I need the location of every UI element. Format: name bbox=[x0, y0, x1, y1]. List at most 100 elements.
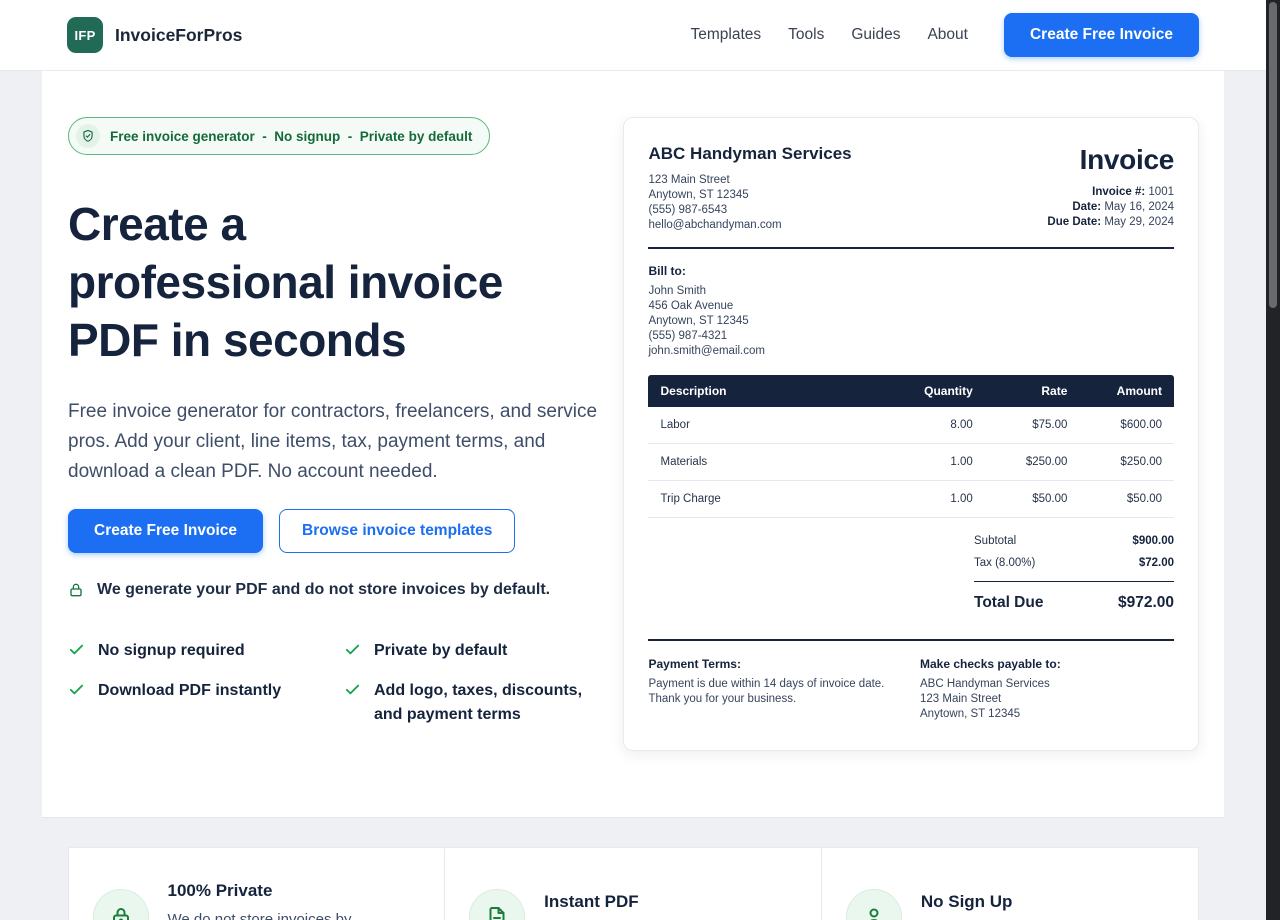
cell-description: Trip Charge bbox=[648, 481, 879, 518]
page-title-line: professional invoice bbox=[68, 253, 623, 311]
hero-section: Free invoice generator - No signup - Pri… bbox=[42, 71, 1224, 817]
hero-create-invoice-button[interactable]: Create Free Invoice bbox=[68, 509, 263, 553]
feature-title: No Sign Up bbox=[921, 892, 1076, 912]
vertical-scrollbar[interactable] bbox=[1266, 0, 1280, 920]
nav-link-about[interactable]: About bbox=[927, 26, 968, 44]
invoice-date-value: May 16, 2024 bbox=[1104, 201, 1174, 213]
check-item-no-signup: No signup required bbox=[68, 639, 344, 663]
feature-card-private: 100% Private We do not store invoices by… bbox=[68, 847, 446, 920]
privacy-note-text: We generate your PDF and do not store in… bbox=[97, 581, 550, 599]
cell-description: Materials bbox=[648, 444, 879, 481]
check-item-download-pdf: Download PDF instantly bbox=[68, 679, 344, 727]
col-header-rate: Rate bbox=[985, 375, 1080, 407]
cell-amount: $250.00 bbox=[1079, 444, 1174, 481]
payable-to-line: 123 Main Street bbox=[920, 692, 1174, 707]
table-row: Trip Charge 1.00 $50.00 $50.00 bbox=[648, 481, 1174, 518]
payable-to-label: Make checks payable to: bbox=[920, 657, 1174, 671]
invoice-title: Invoice bbox=[1047, 144, 1174, 176]
cell-quantity: 1.00 bbox=[880, 444, 985, 481]
invoice-meta-block: Invoice Invoice #: 1001 Date: May 16, 20… bbox=[1047, 144, 1174, 233]
shield-check-icon bbox=[76, 124, 100, 148]
scrollbar-thumb[interactable] bbox=[1269, 2, 1277, 308]
brand-logo-icon: IFP bbox=[67, 17, 103, 53]
bill-to-address-line: 456 Oak Avenue bbox=[648, 299, 1174, 314]
brand-home-link[interactable]: IFP InvoiceForPros bbox=[67, 17, 242, 53]
invoice-due-date-value: May 29, 2024 bbox=[1104, 216, 1174, 228]
feature-title: Instant PDF bbox=[544, 892, 695, 912]
hero-badge-text: Free invoice generator - No signup - Pri… bbox=[110, 129, 472, 144]
business-address-line: 123 Main Street bbox=[648, 173, 851, 188]
col-header-description: Description bbox=[648, 375, 879, 407]
table-row: Materials 1.00 $250.00 $250.00 bbox=[648, 444, 1174, 481]
brand-name: InvoiceForPros bbox=[115, 25, 242, 46]
check-label: Private by default bbox=[374, 639, 507, 663]
payment-terms-block: Payment Terms: Payment is due within 14 … bbox=[648, 657, 920, 722]
page-title-line: PDF in seconds bbox=[68, 311, 623, 369]
user-icon bbox=[846, 889, 902, 920]
nav-link-templates[interactable]: Templates bbox=[691, 26, 762, 44]
check-label: Download PDF instantly bbox=[98, 679, 281, 703]
nav-link-guides[interactable]: Guides bbox=[851, 26, 900, 44]
hero-badge: Free invoice generator - No signup - Pri… bbox=[68, 117, 490, 155]
total-due-row: Total Due $972.00 bbox=[974, 582, 1174, 612]
business-phone: (555) 987-6543 bbox=[648, 203, 851, 218]
payable-to-block: Make checks payable to: ABC Handyman Ser… bbox=[920, 657, 1174, 722]
privacy-note-row: We generate your PDF and do not store in… bbox=[68, 581, 623, 599]
business-email: hello@abchandyman.com bbox=[648, 218, 851, 233]
hero-cta-row: Create Free Invoice Browse invoice templ… bbox=[68, 509, 623, 553]
feature-text: 100% Private We do not store invoices by… bbox=[168, 881, 378, 920]
payable-to-line: ABC Handyman Services bbox=[920, 677, 1174, 692]
bill-to-phone: (555) 987-4321 bbox=[648, 329, 1174, 344]
header-create-invoice-button[interactable]: Create Free Invoice bbox=[1004, 13, 1199, 57]
cell-amount: $50.00 bbox=[1079, 481, 1174, 518]
invoice-due-date-label: Due Date: bbox=[1047, 216, 1101, 228]
cell-description: Labor bbox=[648, 407, 879, 444]
subtotal-row: Subtotal $900.00 bbox=[974, 530, 1174, 552]
cell-quantity: 8.00 bbox=[880, 407, 985, 444]
browse-templates-button[interactable]: Browse invoice templates bbox=[279, 509, 515, 553]
hero-description: Free invoice generator for contractors, … bbox=[68, 397, 598, 487]
tax-value: $72.00 bbox=[1139, 557, 1174, 569]
cell-rate: $75.00 bbox=[985, 407, 1080, 444]
bill-to-address-line: Anytown, ST 12345 bbox=[648, 314, 1174, 329]
cell-amount: $600.00 bbox=[1079, 407, 1174, 444]
col-header-quantity: Quantity bbox=[880, 375, 985, 407]
lock-icon bbox=[93, 889, 149, 920]
bill-to-name: John Smith bbox=[648, 284, 1174, 299]
invoice-footer: Payment Terms: Payment is due within 14 … bbox=[648, 657, 1174, 722]
tax-label: Tax (8.00%) bbox=[974, 557, 1035, 569]
business-name: ABC Handyman Services bbox=[648, 144, 851, 164]
cell-rate: $250.00 bbox=[985, 444, 1080, 481]
payment-terms-line: Thank you for your business. bbox=[648, 692, 920, 707]
feature-card-no-signup: No Sign Up Create invoices for free bbox=[821, 847, 1199, 920]
total-due-label: Total Due bbox=[974, 594, 1043, 612]
subtotal-value: $900.00 bbox=[1132, 535, 1174, 547]
check-icon bbox=[344, 641, 361, 658]
nav-link-tools[interactable]: Tools bbox=[788, 26, 824, 44]
table-header-row: Description Quantity Rate Amount bbox=[648, 375, 1174, 407]
payment-terms-label: Payment Terms: bbox=[648, 657, 920, 671]
check-icon bbox=[68, 641, 85, 658]
totals-block: Subtotal $900.00 Tax (8.00%) $72.00 Tota… bbox=[974, 530, 1174, 612]
invoice-number-label: Invoice #: bbox=[1092, 186, 1145, 198]
subtotal-label: Subtotal bbox=[974, 535, 1016, 547]
feature-description: We do not store invoices by default bbox=[168, 908, 378, 920]
invoice-date-row: Date: May 16, 2024 bbox=[1047, 200, 1174, 215]
feature-text: No Sign Up Create invoices for free bbox=[921, 892, 1076, 920]
top-navigation-bar: IFP InvoiceForPros Templates Tools Guide… bbox=[0, 0, 1266, 71]
hero-copy-column: Free invoice generator - No signup - Pri… bbox=[68, 117, 623, 751]
total-due-value: $972.00 bbox=[1118, 594, 1174, 612]
bill-to-label: Bill to: bbox=[648, 264, 1174, 278]
file-icon bbox=[469, 889, 525, 920]
cell-rate: $50.00 bbox=[985, 481, 1080, 518]
invoice-header: ABC Handyman Services 123 Main Street An… bbox=[648, 144, 1174, 233]
feature-checklist: No signup required Private by default Do… bbox=[68, 639, 623, 727]
bill-to-section: Bill to: John Smith 456 Oak Avenue Anyto… bbox=[648, 264, 1174, 359]
bill-to-email: john.smith@email.com bbox=[648, 344, 1174, 359]
feature-card-instant-pdf: Instant PDF Download immediately bbox=[444, 847, 822, 920]
invoice-number-row: Invoice #: 1001 bbox=[1047, 185, 1174, 200]
page-viewport: IFP InvoiceForPros Templates Tools Guide… bbox=[0, 0, 1266, 920]
table-row: Labor 8.00 $75.00 $600.00 bbox=[648, 407, 1174, 444]
cell-quantity: 1.00 bbox=[880, 481, 985, 518]
payable-to-line: Anytown, ST 12345 bbox=[920, 707, 1174, 722]
